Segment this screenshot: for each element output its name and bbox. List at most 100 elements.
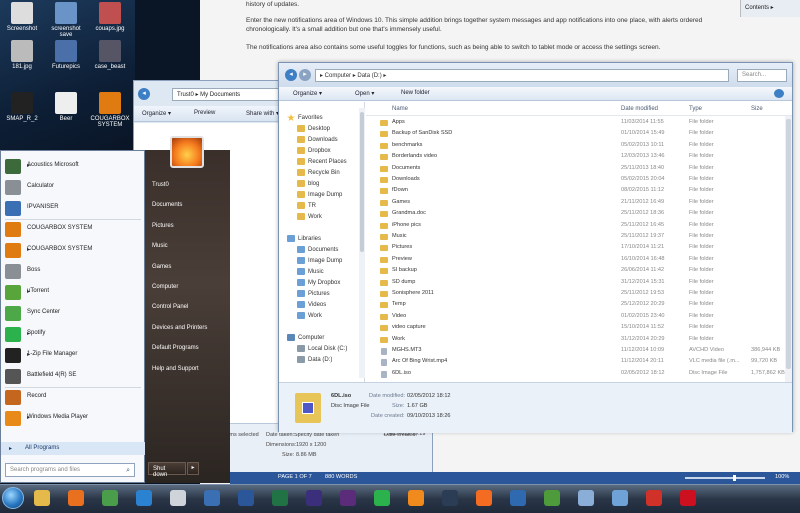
start-place-item[interactable]: Help and Support [152, 366, 199, 372]
user-picture[interactable] [170, 136, 204, 168]
start-place-item[interactable]: Music [152, 243, 168, 249]
file-row[interactable]: SD dump 31/12/2014 15:31 File folder [366, 278, 784, 288]
file-row[interactable]: MGHS.MT3 11/12/2014 10:09 AVCHD Video 386,9… [366, 346, 784, 356]
back-preview-button[interactable]: Preview [194, 110, 215, 116]
taskbar-button-word[interactable] [234, 487, 258, 510]
taskbar-button-firefox[interactable] [64, 487, 88, 510]
start-button[interactable] [2, 487, 24, 509]
nav-item[interactable]: Dropbox [297, 147, 331, 154]
file-row[interactable]: SI backup 26/06/2014 11:42 File folder [366, 266, 784, 276]
desktop-icon[interactable]: couaps.jpg [90, 2, 130, 32]
contents-button[interactable]: Contents ▸ [740, 0, 800, 17]
nav-item[interactable]: Data (D:) [297, 356, 332, 363]
submenu-arrow-icon[interactable]: ▸ [27, 330, 139, 337]
nav-item[interactable]: Local Disk (C:) [297, 345, 347, 352]
front-search-input[interactable]: Search... [737, 69, 787, 82]
back-address-bar[interactable]: Trust0 ▸ My Documents [172, 88, 282, 101]
front-address-bar[interactable]: ▸ Computer ▸ Data (D:) ▸ [315, 69, 729, 82]
file-row[interactable]: Work 31/12/2014 20:29 File folder [366, 335, 784, 345]
start-program-item[interactable]: Boss [5, 262, 141, 281]
nav-item[interactable]: Image Dump [297, 191, 342, 198]
start-place-item[interactable]: Devices and Printers [152, 325, 207, 331]
all-programs-button[interactable]: ▸ All Programs [1, 442, 145, 455]
submenu-arrow-icon[interactable]: ▸ [27, 414, 139, 421]
start-place-item[interactable]: Games [152, 264, 171, 270]
start-program-item[interactable]: Windows Media Player ▸ [5, 409, 141, 428]
desktop-icon[interactable]: COUGARBOX SYSTEM [90, 92, 130, 128]
col-size-header[interactable]: Size [751, 106, 763, 112]
file-row[interactable]: Documents 25/11/2013 18:40 File folder [366, 164, 784, 174]
start-place-item[interactable]: Control Panel [152, 304, 188, 310]
nav-item[interactable]: Recycle Bin [297, 169, 340, 176]
taskbar-button-notepad[interactable] [574, 487, 598, 510]
file-scroll-thumb[interactable] [786, 119, 791, 369]
nav-item[interactable]: Downloads [297, 136, 338, 143]
start-program-item[interactable]: Battlefield 4(R) SE [5, 367, 141, 386]
zoom-slider[interactable] [685, 475, 765, 481]
taskbar-button-media-center[interactable] [506, 487, 530, 510]
nav-item[interactable]: Documents [297, 246, 338, 253]
file-row[interactable]: Preview 16/10/2014 16:48 File folder [366, 255, 784, 265]
taskbar-button-premiere2[interactable] [336, 487, 360, 510]
nav-scrollbar[interactable] [359, 108, 365, 378]
start-program-item[interactable]: Spotify ▸ [5, 325, 141, 344]
file-row[interactable]: Video 01/02/2015 23:40 File folder [366, 312, 784, 322]
file-row[interactable]: fDown 08/02/2015 11:12 File folder [366, 186, 784, 196]
submenu-arrow-icon[interactable]: ▸ [27, 351, 139, 358]
taskbar-button-greenshot[interactable] [540, 487, 564, 510]
taskbar-button-alienware[interactable] [166, 487, 190, 510]
nav-item[interactable]: Libraries [287, 235, 321, 242]
start-program-item[interactable]: 1-Zip File Manager ▸ [5, 346, 141, 365]
file-row[interactable]: Temp 25/12/2012 20:29 File folder [366, 300, 784, 310]
col-date-header[interactable]: Date modified [621, 106, 658, 112]
file-row[interactable]: Sonisphere 2011 25/11/2012 19:53 File fold… [366, 289, 784, 299]
col-name-header[interactable]: Name [392, 106, 408, 112]
taskbar-button-excel[interactable] [268, 487, 292, 510]
submenu-arrow-icon[interactable]: ▸ [27, 246, 139, 253]
nav-item[interactable]: Music [297, 268, 324, 275]
taskbar-button-origin[interactable] [472, 487, 496, 510]
front-new-folder-button[interactable]: New folder [401, 90, 430, 96]
desktop-icon[interactable]: Beer [46, 92, 86, 122]
nav-item[interactable]: blog [297, 180, 319, 187]
desktop-icon[interactable]: screenshot save [46, 2, 86, 38]
word-word-count[interactable]: 880 WORDS [325, 474, 357, 480]
nav-item[interactable]: Work [297, 312, 322, 319]
start-place-item[interactable]: Default Programs [152, 345, 199, 351]
nav-item[interactable]: Pictures [297, 290, 330, 297]
file-list-scrollbar[interactable] [785, 116, 792, 382]
nav-item[interactable]: Image Dump [297, 257, 342, 264]
nav-item[interactable]: Recent Places [297, 158, 347, 165]
file-row[interactable]: iPhone pics 25/11/2012 16:45 File folder [366, 221, 784, 231]
file-row[interactable]: Arc Of Bing Wrist.mp4 11/12/2014 20:11 VLC… [366, 357, 784, 367]
shutdown-button[interactable]: Shut down [148, 462, 186, 478]
taskbar-button-ds[interactable] [200, 487, 224, 510]
submenu-arrow-icon[interactable]: ▸ [27, 288, 139, 295]
start-place-item[interactable]: Computer [152, 284, 178, 290]
zoom-slider-thumb[interactable] [733, 475, 736, 481]
back-organize-button[interactable]: Organize ▾ [142, 110, 171, 117]
shutdown-options-icon[interactable]: ▸ [187, 462, 199, 475]
taskbar-button-chrome[interactable] [98, 487, 122, 510]
desktop-icon[interactable]: Futurepics [46, 40, 86, 70]
front-open-button[interactable]: Open ▾ [355, 90, 374, 97]
start-program-item[interactable]: Sync Center [5, 304, 141, 323]
start-program-item[interactable]: Calculator [5, 178, 141, 197]
file-row[interactable]: Grandma.doc 25/11/2012 18:36 File folder [366, 209, 784, 219]
start-place-item[interactable]: Documents [152, 202, 182, 208]
file-row[interactable]: 6DL.iso 02/05/2012 18:12 Disc Image File 1,… [366, 369, 785, 379]
start-search-input[interactable]: Search programs and files ⌕ [5, 463, 135, 477]
submenu-arrow-icon[interactable]: ▸ [27, 162, 139, 169]
start-program-item[interactable]: uTorrent ▸ [5, 283, 141, 302]
word-page-count[interactable]: PAGE 1 OF 7 [278, 474, 312, 480]
taskbar-button-spotify[interactable] [370, 487, 394, 510]
file-row[interactable]: video capture 15/10/2014 11:52 File folder [366, 323, 784, 333]
start-program-item[interactable]: IPVANISER [5, 199, 141, 218]
start-program-item[interactable]: COUGARBOX SYSTEM ▸ [5, 241, 141, 260]
file-row[interactable]: Backup of SanDisk SSD 01/10/2014 15:49 Fil… [366, 129, 784, 139]
file-row[interactable]: benchmarks 05/02/2013 10:11 File folder [366, 141, 784, 151]
nav-item[interactable]: Videos [297, 301, 326, 308]
start-place-item[interactable]: Trust0 [152, 182, 169, 188]
forward-arrow-icon[interactable]: ▸ [298, 69, 311, 81]
nav-item[interactable]: Computer [287, 334, 324, 341]
